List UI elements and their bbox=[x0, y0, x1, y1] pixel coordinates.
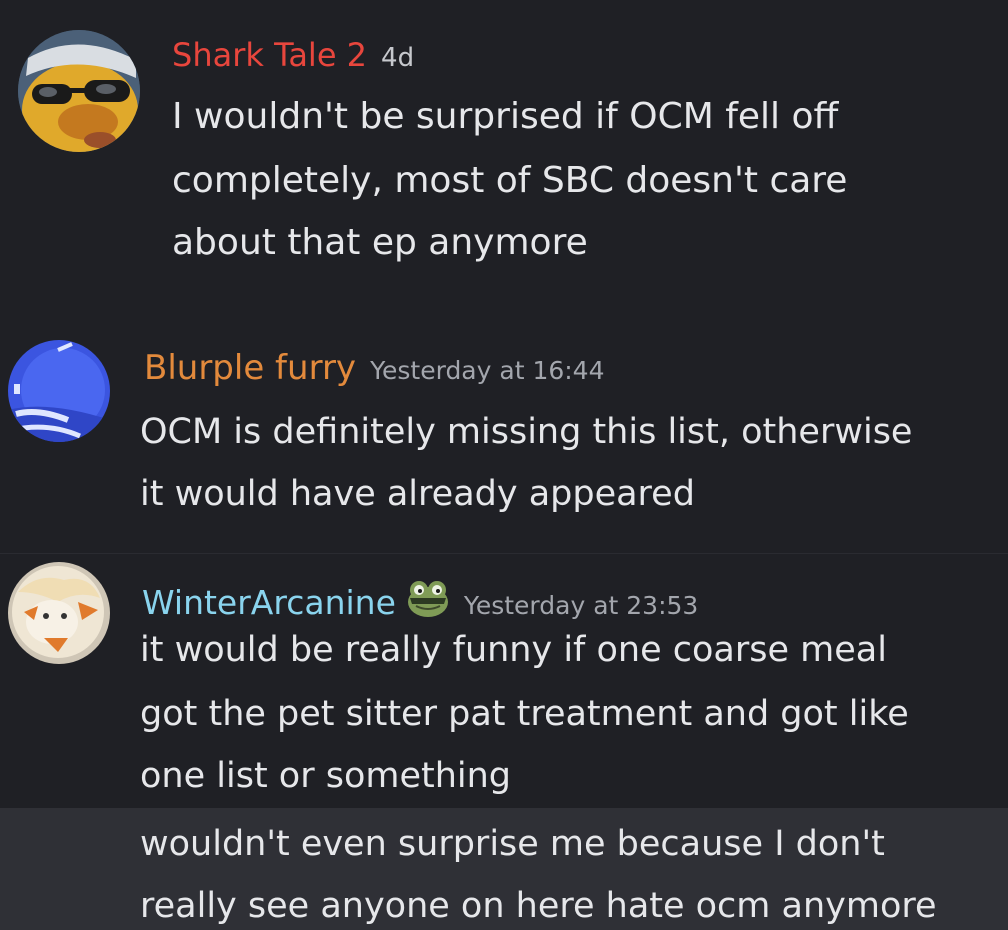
message-text-line: one list or something bbox=[140, 756, 512, 796]
username[interactable]: Blurple furry bbox=[144, 348, 356, 388]
timestamp: 4d bbox=[381, 43, 415, 73]
username[interactable]: Shark Tale 2 bbox=[172, 36, 367, 74]
shark-character-avatar-image bbox=[18, 30, 140, 152]
message-winterarcanine[interactable]: WinterArcanine Yesterday at 23:53 it wou… bbox=[0, 554, 1008, 808]
username[interactable]: WinterArcanine bbox=[142, 583, 396, 622]
timestamp: Yesterday at 16:44 bbox=[370, 356, 605, 385]
blue-character-avatar-image bbox=[8, 340, 110, 442]
message-text-line: wouldn't even surprise me because I don'… bbox=[140, 824, 885, 864]
message-text-line: it would be really funny if one coarse m… bbox=[140, 630, 887, 670]
message-header: Blurple furry Yesterday at 16:44 bbox=[144, 348, 605, 392]
message-text-line: I wouldn't be surprised if OCM fell off bbox=[172, 96, 839, 137]
message-shark-tale-2[interactable]: Shark Tale 2 4d I wouldn't be surprised … bbox=[0, 0, 1008, 300]
message-header: WinterArcanine Yesterday at 23:53 bbox=[142, 574, 699, 622]
message-text-line: got the pet sitter pat treatment and got… bbox=[140, 694, 909, 734]
avatar-shark-tale-2[interactable] bbox=[18, 30, 140, 152]
message-winterarcanine-followup[interactable]: wouldn't even surprise me because I don'… bbox=[0, 808, 1008, 930]
frog-face-icon[interactable] bbox=[406, 578, 450, 622]
message-blurple-furry[interactable]: Blurple furry Yesterday at 16:44 OCM is … bbox=[0, 310, 1008, 550]
message-text-line: OCM is definitely missing this list, oth… bbox=[140, 412, 913, 452]
arcanine-avatar-image bbox=[8, 562, 110, 664]
message-text-line: about that ep anymore bbox=[172, 222, 588, 263]
message-header: Shark Tale 2 4d bbox=[172, 36, 414, 80]
avatar-winterarcanine[interactable] bbox=[8, 562, 110, 664]
message-text-line: really see anyone on here hate ocm anymo… bbox=[140, 886, 937, 926]
chat-log: Shark Tale 2 4d I wouldn't be surprised … bbox=[0, 0, 1008, 930]
message-text-line: completely, most of SBC doesn't care bbox=[172, 160, 848, 201]
timestamp: Yesterday at 23:53 bbox=[463, 591, 699, 620]
avatar-blurple-furry[interactable] bbox=[8, 340, 110, 442]
message-text-line: it would have already appeared bbox=[140, 474, 695, 514]
